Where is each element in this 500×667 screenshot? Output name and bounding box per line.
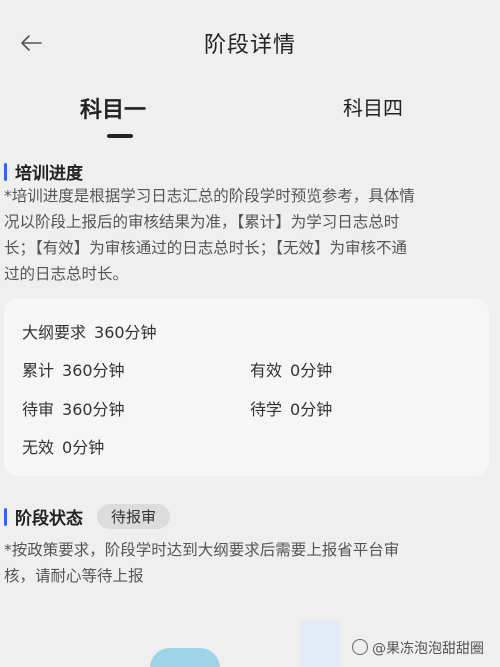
stage-status-title: 阶段状态 (15, 509, 83, 529)
stat-value: 360分钟 (94, 323, 157, 342)
section-accent-bar (4, 507, 7, 526)
stat-pending-review: 待审 360分钟 (22, 396, 125, 420)
active-tab-indicator (107, 134, 133, 138)
stat-valid: 有效 0分钟 (250, 357, 332, 381)
watermark: @果冻泡泡甜甜圈 (352, 638, 484, 658)
notice-line: *培训进度是根据学习日志汇总的阶段学时预览参考，具体情 (4, 187, 415, 205)
notice-line: *按政策要求，阶段学时达到大纲要求后需要上报省平台审 (4, 541, 400, 559)
stat-label: 有效 (250, 361, 283, 380)
stat-label: 待审 (22, 400, 55, 419)
notice-line: 过的日志总时长。 (4, 265, 129, 283)
tab-subject-4[interactable]: 科目四 (343, 92, 403, 121)
stat-invalid: 无效 0分钟 (22, 434, 104, 458)
stat-pending-study: 待学 0分钟 (250, 396, 332, 420)
watermark-logo-icon (352, 639, 368, 655)
training-progress-notice: *培训进度是根据学习日志汇总的阶段学时预览参考，具体情 况以阶段上报后的审核结果… (4, 183, 490, 287)
stat-label: 大纲要求 (22, 323, 87, 342)
status-badge: 待报审 (97, 504, 171, 529)
stat-value: 360分钟 (62, 400, 125, 419)
stat-outline: 大纲要求 360分钟 (22, 319, 157, 343)
stat-value: 0分钟 (290, 400, 333, 419)
stat-label: 待学 (250, 400, 283, 419)
training-progress-header: 培训进度 (4, 159, 83, 184)
subject-tabs: 科目一 科目四 (0, 88, 500, 148)
stat-value: 360分钟 (62, 361, 125, 380)
stat-value: 0分钟 (290, 361, 333, 380)
illustration-block (300, 620, 340, 667)
stat-value: 0分钟 (62, 438, 105, 457)
stat-total: 累计 360分钟 (22, 357, 125, 381)
notice-line: 核，请耐心等待上报 (4, 567, 144, 585)
section-accent-bar (4, 162, 7, 181)
stage-status-notice: *按政策要求，阶段学时达到大纲要求后需要上报省平台审 核，请耐心等待上报 (4, 537, 490, 589)
illustration-block (150, 648, 220, 667)
stat-label: 累计 (22, 361, 55, 380)
training-progress-title: 培训进度 (15, 164, 83, 184)
notice-line: 长；【有效】为审核通过的日志总时长；【无效】为审核不通 (4, 239, 408, 257)
stage-status-header: 阶段状态 待报审 (4, 504, 171, 529)
stat-label: 无效 (22, 438, 55, 457)
notice-line: 况以阶段上报后的审核结果为准，【累计】为学习日志总时 (4, 213, 400, 231)
watermark-text: @果冻泡泡甜甜圈 (372, 641, 484, 657)
progress-stats-card: 大纲要求 360分钟 累计 360分钟 有效 0分钟 待审 360分钟 待学 0分钟 无效… (4, 298, 489, 476)
page-title: 阶段详情 (203, 33, 296, 58)
header: 阶段详情 (0, 0, 500, 88)
tab-subject-1[interactable]: 科目一 (80, 92, 146, 124)
